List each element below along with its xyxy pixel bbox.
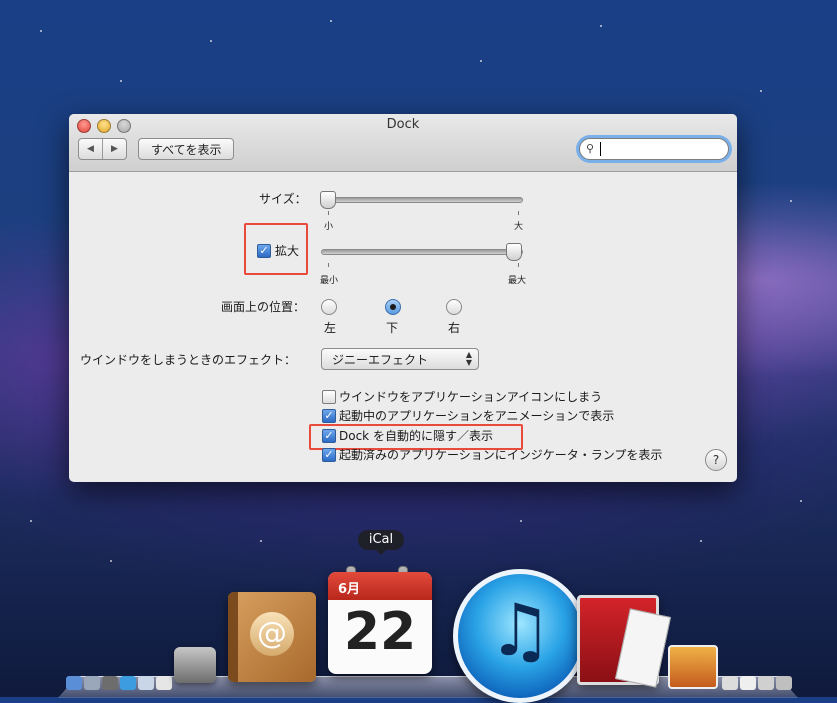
contacts-small-icon[interactable]	[156, 676, 172, 690]
magnify-highlight-box	[244, 223, 308, 275]
search-field[interactable]: ⚲	[579, 138, 729, 160]
back-button[interactable]: ◀	[79, 139, 102, 159]
magnify-slider-thumb[interactable]	[506, 243, 522, 261]
indicator-lights-label: 起動済みのアプリケーションにインジケータ・ランプを表示	[339, 448, 663, 462]
minimize-into-icon-label: ウインドウをアプリケーションアイコンにしまう	[339, 390, 603, 404]
mission-control-icon[interactable]	[102, 676, 118, 690]
position-label: 画面上の位置：	[221, 300, 306, 314]
position-left-label: 左	[324, 321, 337, 335]
itunes-icon[interactable]: ♫	[453, 569, 587, 703]
iphoto-icon[interactable]	[668, 645, 718, 689]
launchpad-icon[interactable]	[84, 676, 100, 690]
mail-icon[interactable]	[138, 676, 154, 690]
magnify-tick-min	[328, 263, 329, 267]
ical-icon[interactable]: 6月 22	[328, 572, 432, 674]
minimize-into-icon-checkbox[interactable]	[322, 390, 336, 404]
document-icon[interactable]	[722, 676, 738, 690]
magnify-max-label: 最大	[508, 276, 527, 286]
minimize-effect-label: ウインドウをしまうときのエフェクト：	[80, 353, 297, 367]
minimize-effect-popup[interactable]: ジニーエフェクト ▲ ▼	[321, 348, 479, 370]
size-min-label: 小	[324, 222, 334, 232]
indicator-lights-checkbox[interactable]: ✓	[322, 448, 336, 462]
calendar-month: 6月	[338, 582, 361, 597]
trash-icon[interactable]	[776, 676, 792, 690]
minimize-effect-value: ジニーエフェクト	[332, 353, 429, 367]
search-icon: ⚲	[586, 142, 595, 155]
size-tick-max	[518, 211, 519, 215]
size-tick-min	[328, 211, 329, 215]
animate-opening-label: 起動中のアプリケーションをアニメーションで表示	[339, 409, 615, 423]
dock-tooltip: iCal	[358, 530, 404, 555]
show-all-button[interactable]: すべてを表示	[138, 138, 235, 160]
magnify-slider-track[interactable]	[321, 249, 523, 255]
finder-icon[interactable]	[66, 676, 82, 690]
calendar-day: 22	[343, 602, 417, 662]
text-caret	[600, 142, 601, 156]
magnify-min-label: 最小	[320, 276, 339, 286]
size-max-label: 大	[514, 222, 524, 232]
address-book-icon[interactable]: @	[228, 592, 316, 682]
back-forward-control: ◀ ▶	[78, 138, 127, 160]
at-sign-icon: @	[250, 612, 294, 656]
position-right-radio[interactable]	[446, 299, 462, 315]
position-bottom-label: 下	[386, 321, 399, 335]
stack-icon[interactable]	[758, 676, 774, 690]
safari-icon[interactable]	[120, 676, 136, 690]
title-bar: Dock ◀ ▶ すべてを表示 ⚲	[69, 114, 737, 172]
size-label: サイズ：	[259, 192, 307, 206]
music-note-icon: ♫	[487, 588, 553, 672]
help-button[interactable]: ?	[705, 449, 727, 471]
magnify-tick-max	[518, 263, 519, 267]
chevron-updown-icon: ▲ ▼	[465, 350, 472, 367]
window-title: Dock	[386, 117, 420, 132]
size-slider-thumb[interactable]	[320, 191, 336, 209]
position-bottom-radio[interactable]	[385, 299, 401, 315]
book-spine	[228, 592, 238, 682]
dock-preferences-window: Dock ◀ ▶ すべてを表示 ⚲ サイズ： 小 大 ✓ 拡大 最小 最大 画面…	[69, 114, 737, 482]
position-right-label: 右	[448, 321, 461, 335]
animate-opening-checkbox[interactable]: ✓	[322, 409, 336, 423]
forward-button[interactable]: ▶	[102, 139, 126, 159]
facetime-icon[interactable]	[174, 647, 216, 683]
size-slider-track[interactable]	[321, 197, 523, 203]
position-left-radio[interactable]	[321, 299, 337, 315]
downloads-icon[interactable]	[740, 676, 756, 690]
